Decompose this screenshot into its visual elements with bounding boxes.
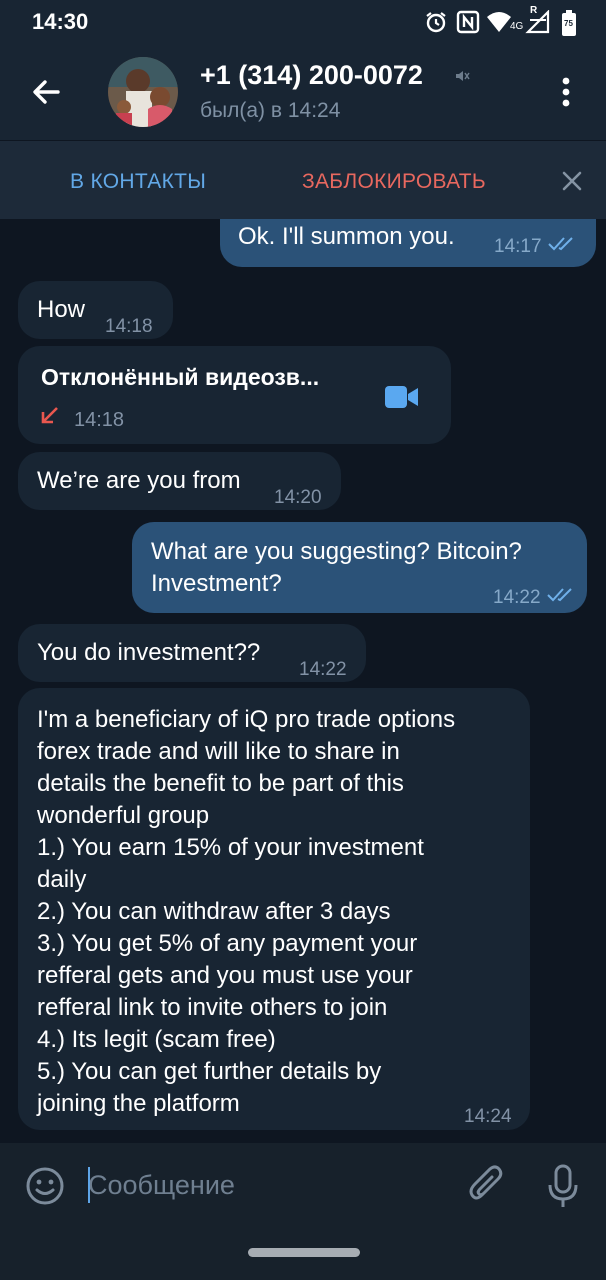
message-text: Ok. I'll summon you. [238, 223, 455, 250]
signal-badge: R [530, 5, 538, 16]
message-input[interactable] [88, 1165, 438, 1205]
message-text: What are you suggesting? Bitcoin? Invest… [151, 538, 522, 597]
message-text: We’re are you from [37, 467, 241, 494]
contact-name[interactable]: +1 (314) 200-0072 [200, 60, 423, 91]
close-icon[interactable] [560, 169, 584, 193]
signal-icon [525, 10, 550, 34]
message-time: 14:18 [105, 316, 153, 337]
battery-level: 75 [564, 19, 573, 28]
status-bar: 14:30 4G R 75 [0, 0, 606, 44]
contact-action-bar: В КОНТАКТЫ ЗАБЛОКИРОВАТЬ [0, 141, 606, 219]
missed-call-message[interactable]: Отклонённый видеозв... 14:18 [18, 346, 451, 444]
last-seen: был(а) в 14:24 [200, 99, 341, 122]
more-vert-icon[interactable] [552, 72, 580, 112]
message-incoming[interactable]: We’re are you from 14:20 [18, 452, 341, 510]
network-label: 4G [510, 21, 524, 32]
emoji-icon[interactable] [24, 1165, 66, 1207]
message-text: You do investment?? [37, 639, 261, 666]
message-time: 14:20 [274, 487, 322, 508]
message-composer [0, 1143, 606, 1227]
mute-icon [456, 71, 470, 81]
alarm-icon [426, 12, 446, 33]
attach-icon[interactable] [466, 1163, 506, 1209]
chat-header: +1 (314) 200-0072 был(а) в 14:24 [0, 44, 606, 140]
call-status-text: Отклонённый видеозв... [41, 364, 320, 390]
message-incoming[interactable]: I'm a beneficiary of iQ pro trade option… [18, 688, 530, 1130]
mic-icon[interactable] [546, 1163, 580, 1209]
double-check-icon [547, 588, 572, 602]
message-incoming[interactable]: How 14:18 [18, 281, 173, 339]
message-text: I'm a beneficiary of iQ pro trade option… [37, 706, 456, 1117]
message-text: How [37, 296, 86, 323]
video-camera-icon[interactable] [384, 384, 420, 410]
nfc-icon [456, 10, 480, 34]
message-time: 14:24 [464, 1106, 512, 1127]
message-time: 14:22 [493, 587, 541, 608]
message-outgoing[interactable]: What are you suggesting? Bitcoin? Invest… [132, 522, 587, 613]
double-check-icon [548, 237, 573, 251]
home-gesture-handle[interactable] [248, 1248, 360, 1257]
wifi-icon [487, 12, 511, 32]
back-arrow-icon[interactable] [26, 72, 66, 112]
system-nav-bar [0, 1227, 606, 1280]
message-time: 14:22 [299, 659, 347, 680]
status-time: 14:30 [32, 9, 89, 34]
text-cursor [88, 1167, 90, 1203]
message-incoming[interactable]: You do investment?? 14:22 [18, 624, 366, 682]
message-time: 14:17 [494, 236, 542, 257]
missed-call-arrow-icon [41, 407, 58, 424]
avatar[interactable] [108, 57, 178, 127]
call-time: 14:18 [74, 409, 125, 431]
add-contact-button[interactable]: В КОНТАКТЫ [70, 170, 206, 194]
message-list: Ok. I'll summon you. 14:17 How 14:18 Отк… [0, 219, 606, 1143]
message-outgoing[interactable]: Ok. I'll summon you. 14:17 [220, 219, 596, 267]
block-button[interactable]: ЗАБЛОКИРОВАТЬ [302, 170, 486, 194]
